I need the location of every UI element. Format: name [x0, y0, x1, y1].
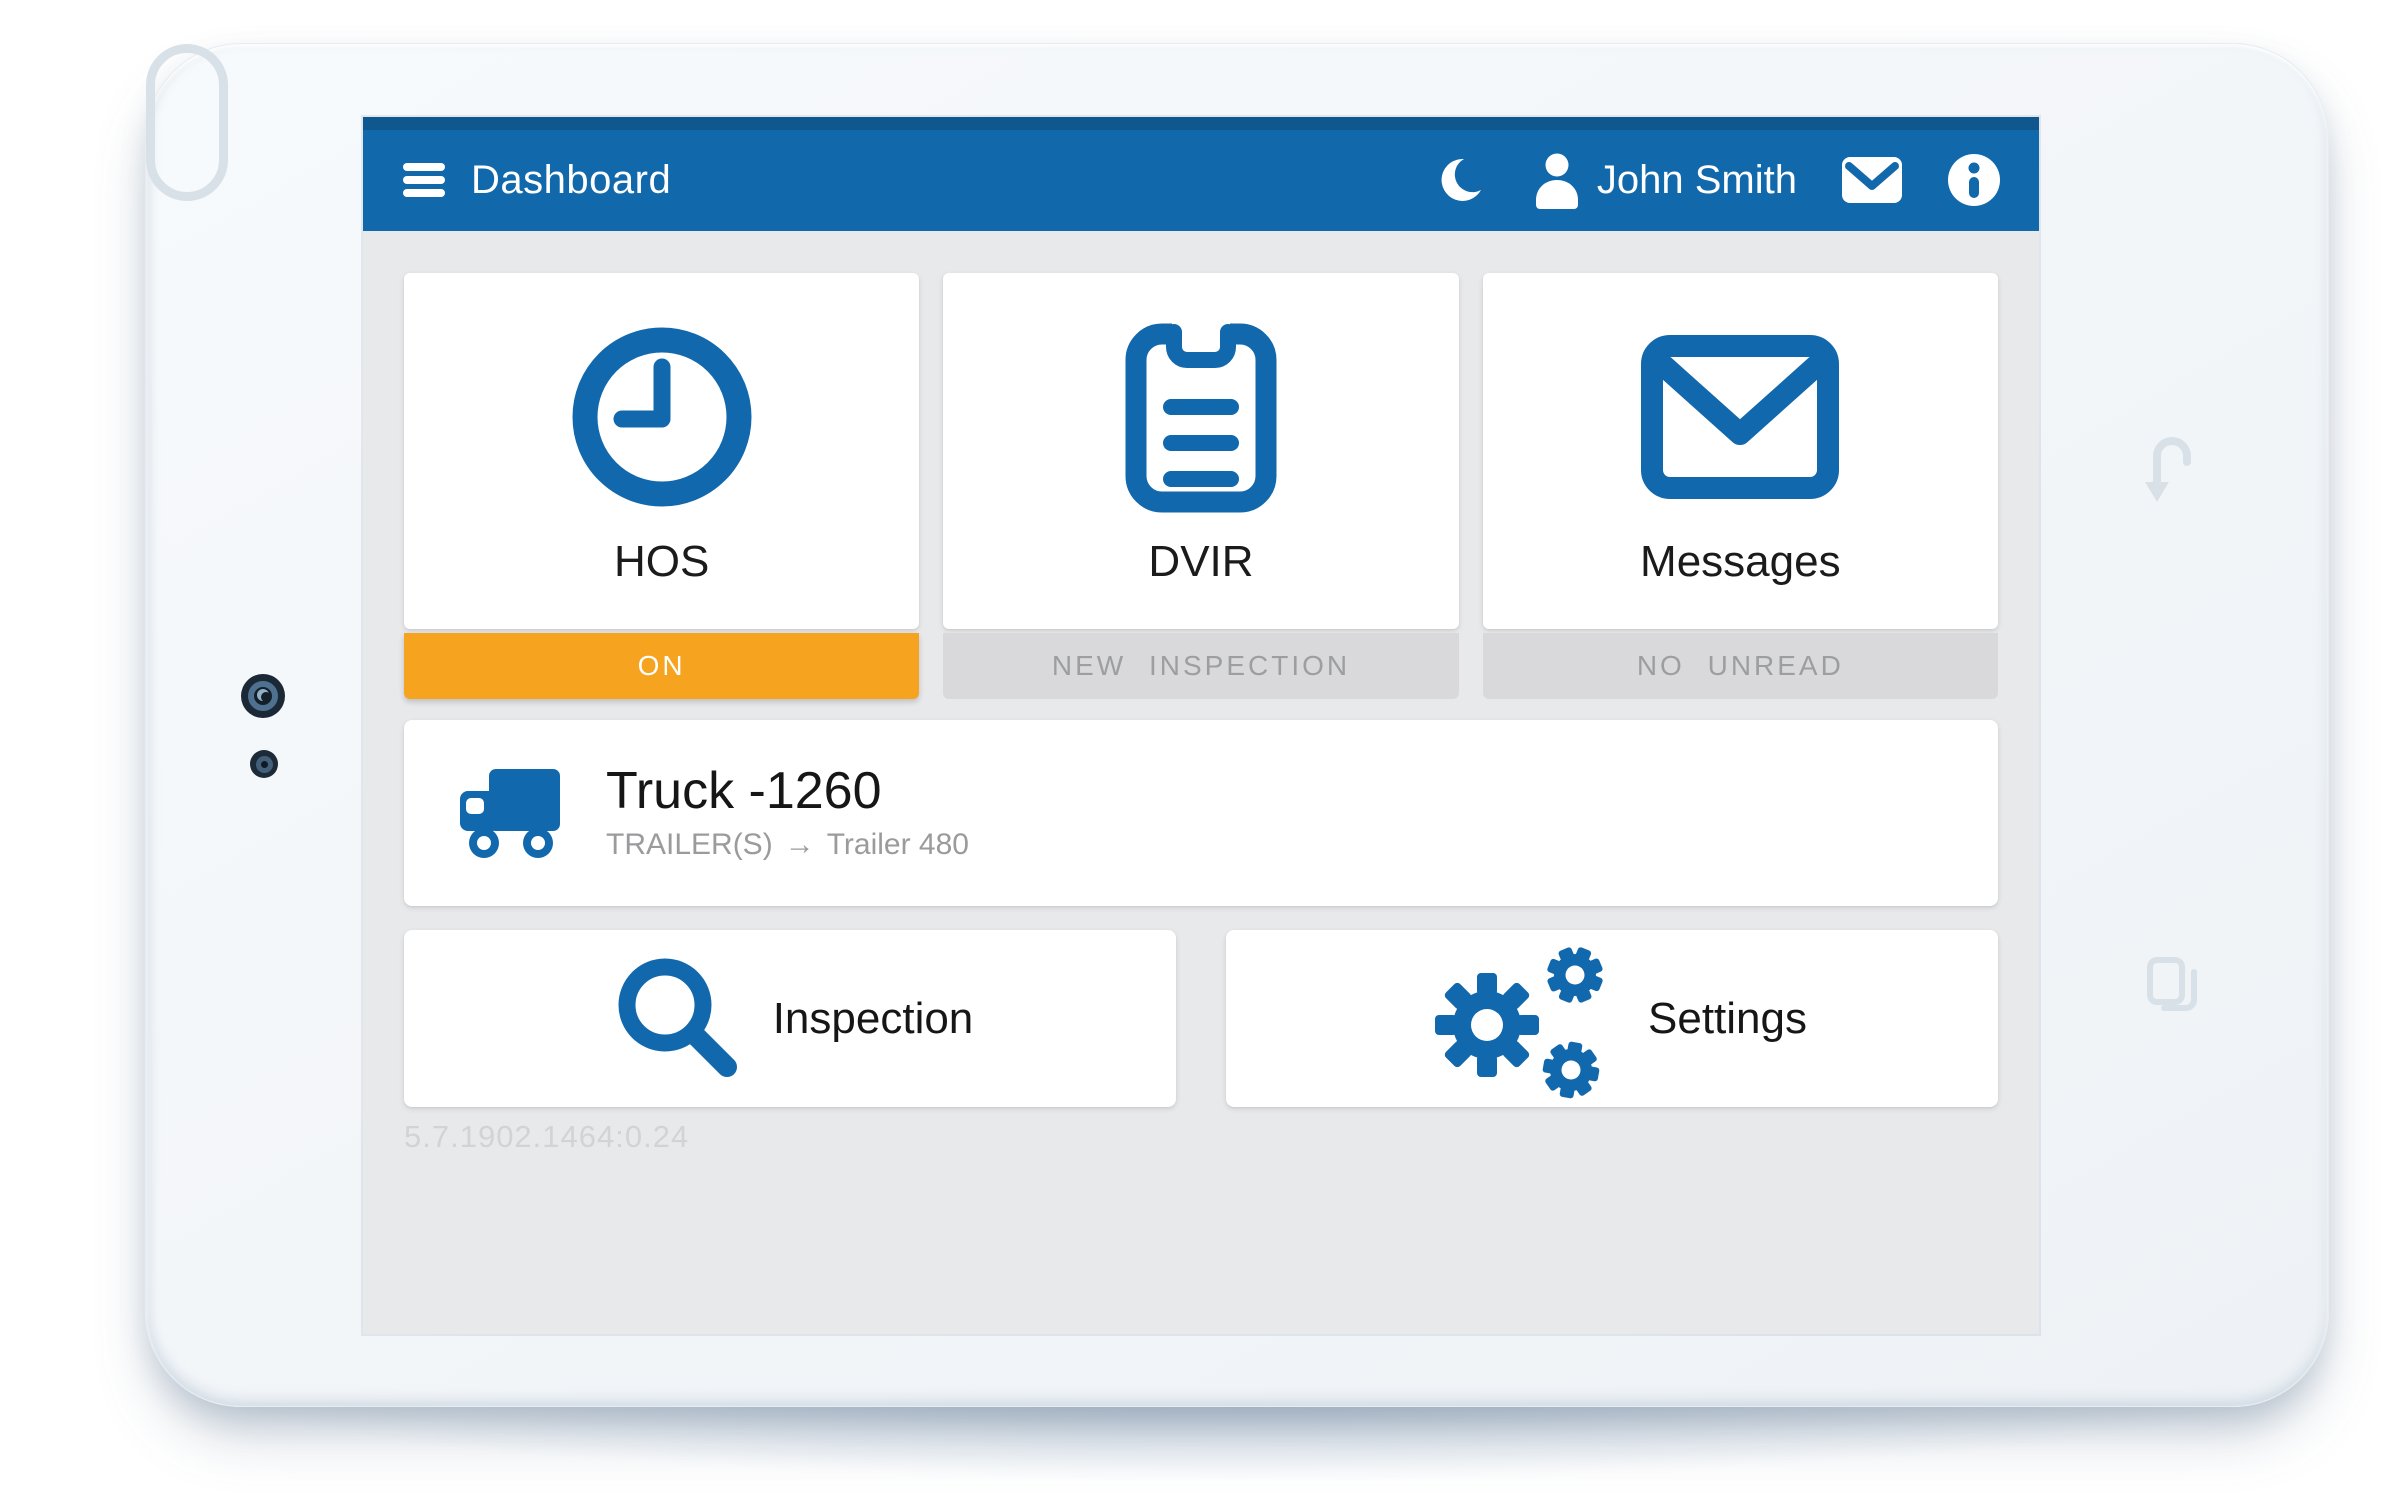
card-dvir-status: NEW INSPECTION — [943, 633, 1458, 699]
hamburger-icon — [403, 163, 445, 171]
gears-icon — [1417, 935, 1622, 1103]
inspection-label: Inspection — [773, 994, 974, 1044]
user-icon — [1532, 151, 1582, 209]
bezel-recents-icon — [2146, 956, 2200, 1014]
night-mode-button[interactable] — [1440, 156, 1488, 204]
info-icon — [1947, 153, 2001, 207]
vehicle-name: Truck -1260 — [606, 764, 969, 819]
tablet-frame: Dashboard John Smith — [145, 43, 2329, 1407]
user-name: John Smith — [1597, 158, 1797, 203]
card-messages-status: NO UNREAD — [1483, 633, 1998, 699]
app-header: Dashboard John Smith — [363, 117, 2039, 231]
trailers-label: TRAILER(S) — [606, 828, 773, 862]
card-messages-label: Messages — [1640, 537, 1841, 587]
dashboard-cards: HOS ON DVIR — [404, 273, 1998, 699]
front-camera — [241, 674, 285, 718]
vehicle-card[interactable]: Truck -1260 TRAILER(S) → Trailer 480 — [404, 720, 1998, 906]
bezel-back-icon — [2140, 424, 2204, 508]
card-hos[interactable]: HOS ON — [404, 273, 919, 699]
info-button[interactable] — [1947, 153, 2001, 207]
vehicle-trailers: TRAILER(S) → Trailer 480 — [606, 828, 969, 862]
card-messages[interactable]: Messages NO UNREAD — [1483, 273, 1998, 699]
search-icon — [607, 949, 747, 1089]
status-bar — [363, 117, 2039, 130]
trailers-value: Trailer 480 — [827, 828, 969, 862]
arrow-right-icon: → — [785, 828, 815, 862]
header-actions: John Smith — [1440, 151, 2001, 209]
menu-button[interactable] — [403, 162, 445, 198]
app-screen: Dashboard John Smith — [363, 117, 2039, 1334]
card-hos-status: ON — [404, 633, 919, 699]
envelope-icon — [1640, 334, 1840, 500]
actions-row: Inspection — [404, 930, 1998, 1107]
user-button[interactable]: John Smith — [1532, 151, 1797, 209]
mail-icon — [1841, 156, 1903, 204]
card-dvir[interactable]: DVIR NEW INSPECTION — [943, 273, 1458, 699]
card-hos-label: HOS — [614, 537, 709, 587]
truck-icon — [456, 765, 568, 861]
clock-icon — [572, 327, 752, 507]
moon-icon — [1440, 156, 1488, 204]
settings-button[interactable]: Settings — [1226, 930, 1998, 1107]
light-sensor — [250, 750, 278, 778]
app-version: 5.7.1902.1464:0.24 — [404, 1119, 689, 1155]
card-dvir-label: DVIR — [1148, 537, 1253, 587]
page-title: Dashboard — [471, 158, 671, 203]
inspection-button[interactable]: Inspection — [404, 930, 1176, 1107]
settings-label: Settings — [1648, 994, 1807, 1044]
clipboard-icon — [1125, 321, 1277, 513]
bezel-home-button — [146, 44, 228, 201]
mail-button[interactable] — [1841, 156, 1903, 204]
vehicle-info: Truck -1260 TRAILER(S) → Trailer 480 — [606, 764, 969, 863]
